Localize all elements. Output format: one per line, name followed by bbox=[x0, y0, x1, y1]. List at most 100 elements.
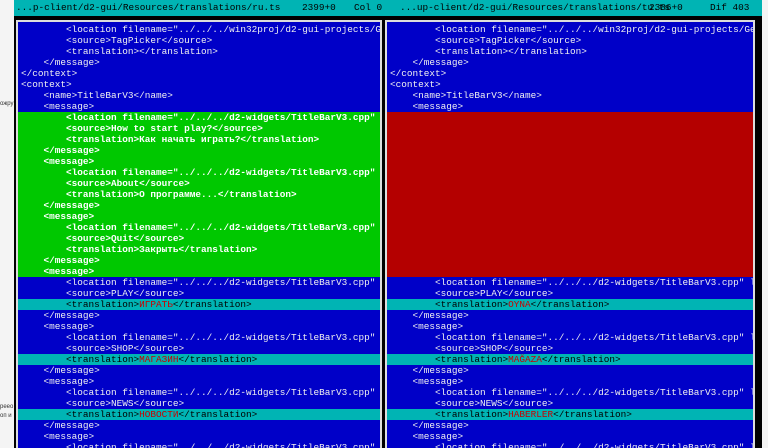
code-line[interactable]: </message> bbox=[387, 420, 753, 431]
code-line[interactable]: <message> bbox=[18, 321, 380, 332]
code-text: <translation> bbox=[390, 409, 509, 420]
code-line[interactable]: <source>TagPicker</source> bbox=[18, 35, 380, 46]
left-cursor-position: 2399+0 bbox=[302, 2, 336, 13]
code-text: <location filename="../../../d2-widgets/… bbox=[21, 332, 380, 343]
code-text: </context> bbox=[390, 68, 447, 79]
code-text: <message> bbox=[21, 431, 95, 442]
added-code-line[interactable]: <message> bbox=[18, 156, 380, 167]
added-code-line[interactable]: <source>How to start play?</source> bbox=[18, 123, 380, 134]
code-text: <location filename="../../../d2-widgets/… bbox=[21, 387, 380, 398]
code-line[interactable]: <source>NEWS</source> bbox=[387, 398, 753, 409]
code-line[interactable]: <source>SHOP</source> bbox=[18, 343, 380, 354]
code-line[interactable]: <location filename="../../../d2-widgets/… bbox=[387, 387, 753, 398]
code-line[interactable]: <location filename="../../../d2-widgets/… bbox=[387, 442, 753, 448]
changed-code-line[interactable]: <translation>МАГАЗИН</translation> bbox=[18, 354, 380, 365]
code-text: <source>SHOP</source> bbox=[390, 343, 554, 354]
changed-code-line[interactable]: <translation>НОВОСТИ</translation> bbox=[18, 409, 380, 420]
code-text: <message> bbox=[21, 321, 95, 332]
left-file-path: ...p-client/d2-gui/Resources/translation… bbox=[16, 2, 281, 13]
code-line[interactable]: <message> bbox=[18, 101, 380, 112]
code-text: <message> bbox=[21, 156, 95, 167]
code-line[interactable]: <source>PLAY</source> bbox=[18, 288, 380, 299]
code-line[interactable]: <location filename="../../../d2-widgets/… bbox=[18, 277, 380, 288]
code-line[interactable]: <context> bbox=[18, 79, 380, 90]
code-line[interactable]: <message> bbox=[387, 431, 753, 442]
code-line[interactable]: <name>TitleBarV3</name> bbox=[18, 90, 380, 101]
code-line[interactable]: <source>TagPicker</source> bbox=[387, 35, 753, 46]
code-line[interactable]: <location filename="../../../d2-widgets/… bbox=[18, 442, 380, 448]
code-text: <context> bbox=[21, 79, 72, 90]
code-line[interactable]: <location filename="../../../d2-widgets/… bbox=[18, 387, 380, 398]
code-text: </message> bbox=[21, 200, 100, 211]
background-text-fragment: оп и bbox=[0, 413, 12, 419]
code-line[interactable]: <message> bbox=[18, 376, 380, 387]
code-line[interactable]: <translation></translation> bbox=[387, 46, 753, 57]
code-text: <translation> bbox=[21, 299, 140, 310]
added-code-line[interactable]: <location filename="../../../d2-widgets/… bbox=[18, 112, 380, 123]
code-line[interactable]: <location filename="../../../win32proj/d… bbox=[18, 24, 380, 35]
background-text-fragment: реео bbox=[0, 404, 14, 410]
translation-value: MAĞAZA bbox=[508, 354, 542, 365]
code-line[interactable]: </message> bbox=[18, 420, 380, 431]
code-line[interactable]: <location filename="../../../d2-widgets/… bbox=[387, 332, 753, 343]
code-line[interactable]: </message> bbox=[387, 365, 753, 376]
diff-count-indicator: Dif 403 bbox=[710, 2, 750, 13]
code-line[interactable]: <name>TitleBarV3</name> bbox=[387, 90, 753, 101]
added-code-line[interactable]: </message> bbox=[18, 145, 380, 156]
code-line[interactable]: <source>NEWS</source> bbox=[18, 398, 380, 409]
added-code-line[interactable]: <message> bbox=[18, 266, 380, 277]
code-line[interactable]: <message> bbox=[387, 101, 753, 112]
code-line[interactable]: </context> bbox=[18, 68, 380, 79]
right-diff-pane[interactable]: <location filename="../../../win32proj/d… bbox=[385, 20, 755, 448]
code-line[interactable]: <message> bbox=[18, 431, 380, 442]
code-line[interactable]: <context> bbox=[387, 79, 753, 90]
code-text: </translation> bbox=[530, 299, 610, 310]
code-text: </message> bbox=[21, 420, 100, 431]
changed-code-line[interactable]: <translation>ИГРАТЬ</translation> bbox=[18, 299, 380, 310]
changed-code-line[interactable]: <translation>HABERLER</translation> bbox=[387, 409, 753, 420]
code-line[interactable]: <source>SHOP</source> bbox=[387, 343, 753, 354]
code-line[interactable]: <location filename="../../../d2-widgets/… bbox=[18, 332, 380, 343]
added-code-line[interactable]: </message> bbox=[18, 255, 380, 266]
code-text: </translation> bbox=[178, 354, 258, 365]
code-line[interactable]: </message> bbox=[387, 310, 753, 321]
code-line[interactable]: </message> bbox=[18, 57, 380, 68]
code-text: <name>TitleBarV3</name> bbox=[21, 90, 173, 101]
code-text: <name>TitleBarV3</name> bbox=[390, 90, 542, 101]
code-text: <translation> bbox=[390, 299, 509, 310]
code-text: </translation> bbox=[553, 409, 632, 420]
left-diff-pane[interactable]: <location filename="../../../win32proj/d… bbox=[16, 20, 382, 448]
code-line[interactable]: </message> bbox=[18, 310, 380, 321]
added-code-line[interactable]: <translation>О программе...</translation… bbox=[18, 189, 380, 200]
added-code-line[interactable]: <message> bbox=[18, 211, 380, 222]
code-text: <message> bbox=[21, 266, 95, 277]
background-window-edge bbox=[762, 0, 768, 448]
changed-code-line[interactable]: <translation>OYNA</translation> bbox=[387, 299, 753, 310]
code-line[interactable]: </context> bbox=[387, 68, 753, 79]
code-text: <translation>Закрыть</translation> bbox=[21, 244, 258, 255]
added-code-line[interactable]: </message> bbox=[18, 200, 380, 211]
added-code-line[interactable]: <location filename="../../../d2-widgets/… bbox=[18, 222, 380, 233]
code-line[interactable]: <location filename="../../../win32proj/d… bbox=[387, 24, 753, 35]
added-code-line[interactable]: <source>About</source> bbox=[18, 178, 380, 189]
code-line[interactable]: </message> bbox=[387, 57, 753, 68]
added-code-line[interactable]: <translation>Закрыть</translation> bbox=[18, 244, 380, 255]
code-line[interactable]: </message> bbox=[18, 365, 380, 376]
code-text: <location filename="../../../d2-widgets/… bbox=[21, 442, 380, 448]
changed-code-line[interactable]: <translation>MAĞAZA</translation> bbox=[387, 354, 753, 365]
background-text-fragment: ожру bbox=[0, 101, 14, 107]
translation-value: HABERLER bbox=[508, 409, 554, 420]
code-line[interactable]: <location filename="../../../d2-widgets/… bbox=[387, 277, 753, 288]
added-code-line[interactable]: <source>Quit</source> bbox=[18, 233, 380, 244]
added-code-line[interactable]: <translation>Как начать играть?</transla… bbox=[18, 134, 380, 145]
code-line[interactable]: <translation></translation> bbox=[18, 46, 380, 57]
code-text: <message> bbox=[21, 376, 95, 387]
code-text: <message> bbox=[21, 101, 95, 112]
code-line[interactable]: <message> bbox=[387, 321, 753, 332]
added-code-line[interactable]: <location filename="../../../d2-widgets/… bbox=[18, 167, 380, 178]
code-line[interactable]: <message> bbox=[387, 376, 753, 387]
code-text: <location filename="../../../d2-widgets/… bbox=[21, 167, 380, 178]
code-text: <source>How to start play?</source> bbox=[21, 123, 263, 134]
code-line[interactable]: <source>PLAY</source> bbox=[387, 288, 753, 299]
code-text: <location filename="../../../win32proj/d… bbox=[390, 24, 753, 35]
